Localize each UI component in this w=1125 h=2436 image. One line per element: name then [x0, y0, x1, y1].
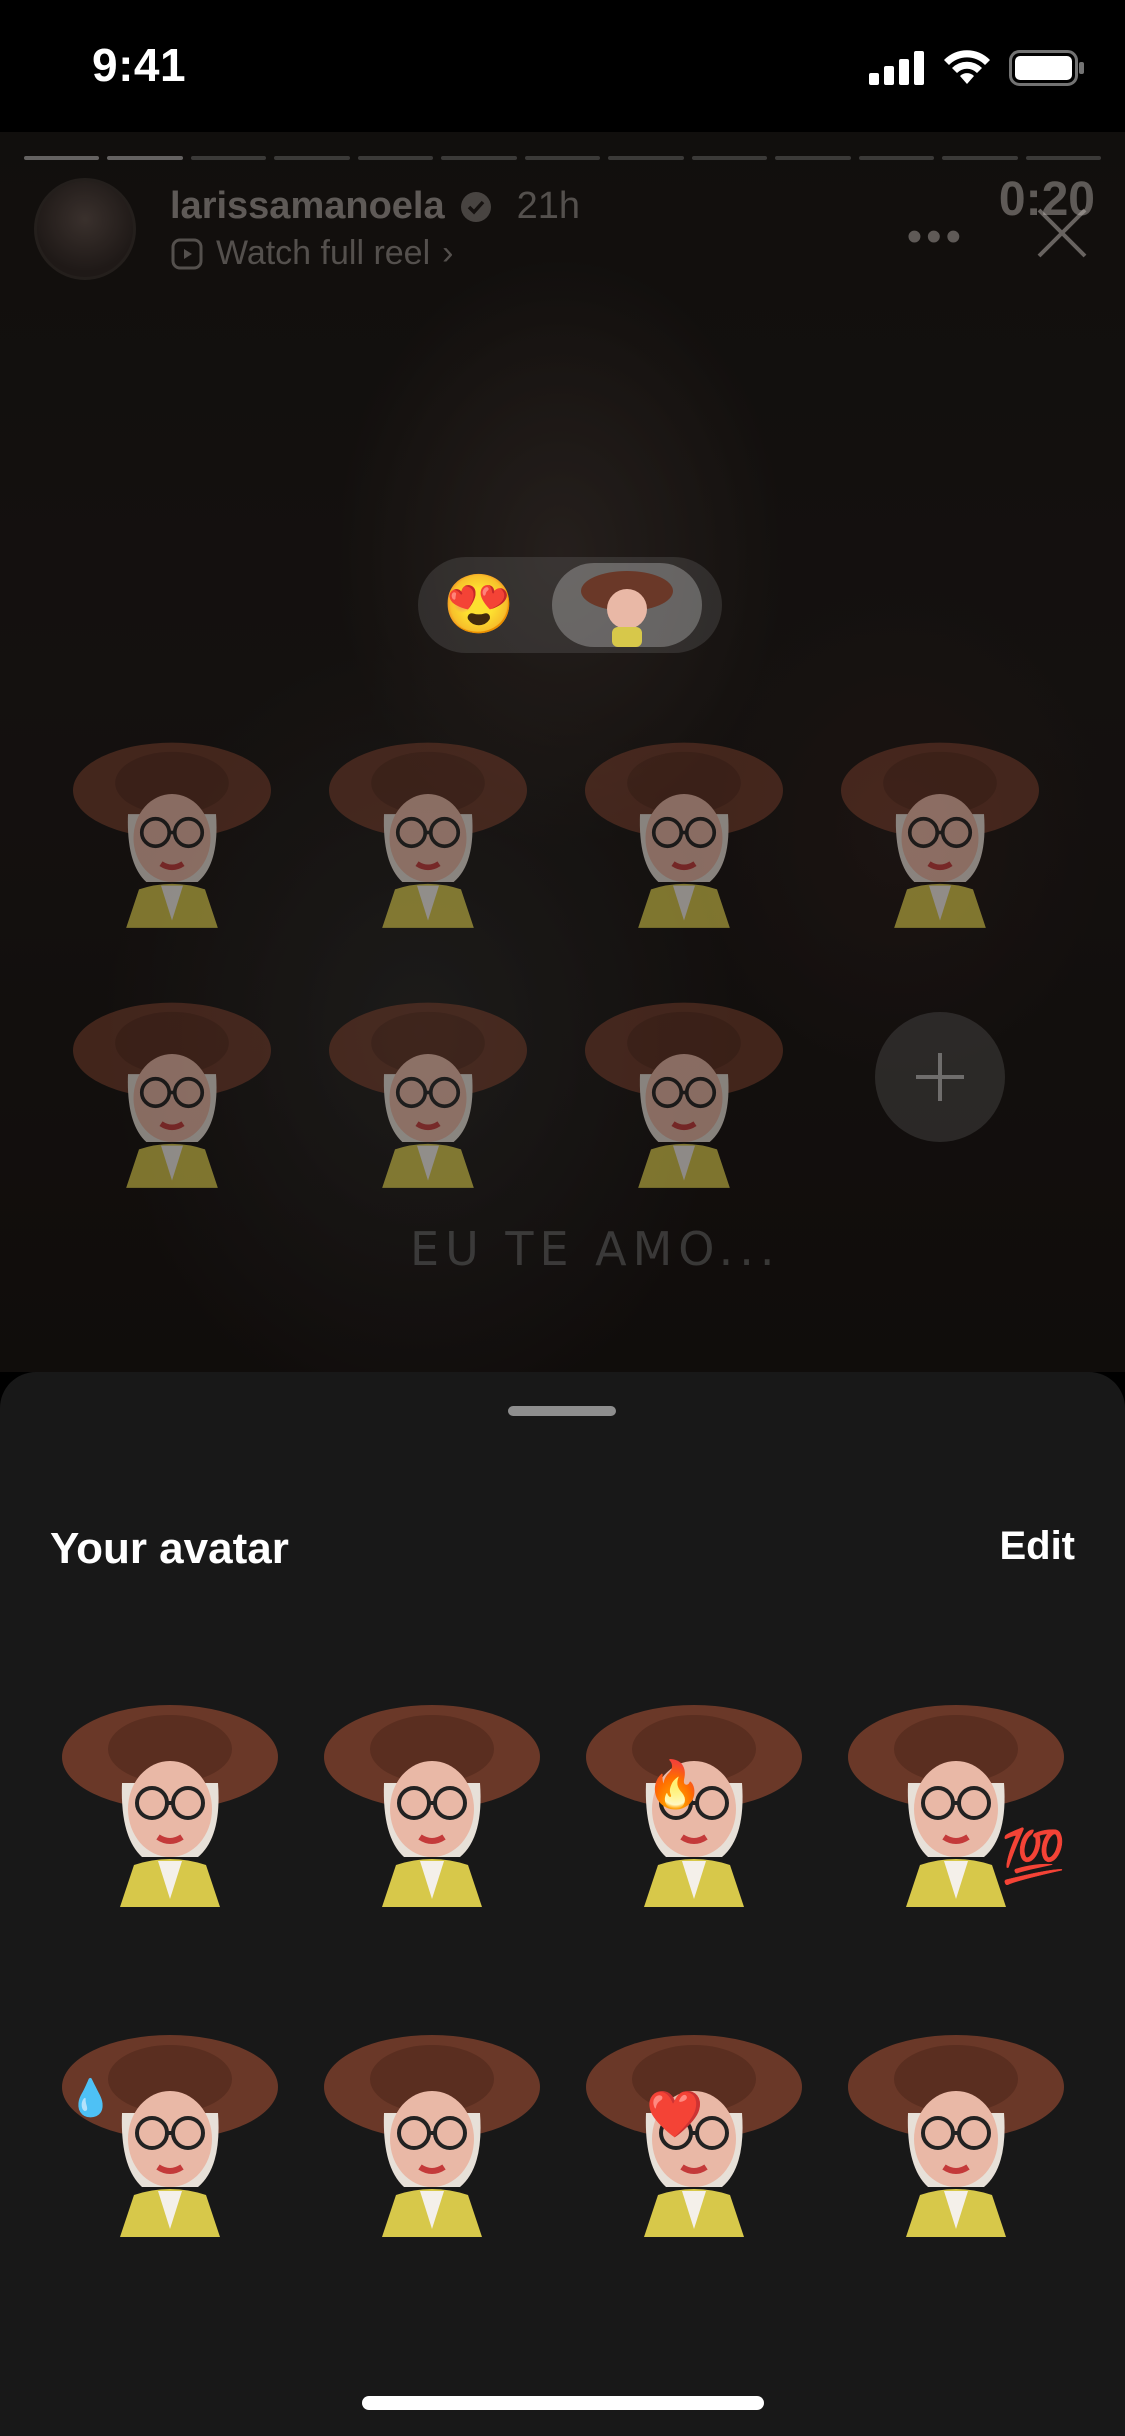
- avatar-sticker-grid: 🔥 💯 💧 ❤️: [50, 1687, 1075, 2237]
- progress-segment: [441, 156, 517, 160]
- story-author-avatar[interactable]: [34, 178, 136, 280]
- progress-segment: [691, 156, 768, 160]
- avatar-sticker-fire-eyes[interactable]: 🔥: [574, 1687, 814, 1907]
- progress-segment: [775, 156, 851, 160]
- progress-segment: [1025, 156, 1102, 160]
- status-icons: [869, 50, 1085, 86]
- progress-segment: [274, 156, 350, 160]
- emoji-reaction-tab[interactable]: 😍: [424, 563, 534, 647]
- progress-segment: [24, 156, 100, 160]
- story-overlay-text: EU TE AMO...: [410, 1222, 781, 1276]
- home-indicator[interactable]: [362, 2396, 764, 2410]
- progress-segment: [942, 156, 1018, 160]
- chevron-right-icon: ›: [442, 234, 454, 272]
- avatar-sticker-balloon[interactable]: [52, 962, 292, 1192]
- progress-segment: [858, 156, 935, 160]
- progress-segment: [608, 156, 684, 160]
- story-progress-bar: [24, 156, 1102, 160]
- sticker-badge-icon: ❤️: [646, 2088, 704, 2140]
- avatar-sticker-coffee[interactable]: [308, 962, 548, 1192]
- progress-segment: [107, 156, 183, 160]
- sticker-badge-icon: 💧: [68, 2077, 113, 2118]
- avatar-sticker-heart-eyes[interactable]: ❤️: [574, 2017, 814, 2237]
- sheet-title: Your avatar: [50, 1524, 289, 1573]
- battery-icon: [1009, 50, 1084, 86]
- avatar-sticker-clap[interactable]: [312, 2017, 552, 2237]
- plus-icon: [916, 1053, 964, 1101]
- progress-segment: [524, 156, 601, 160]
- avatar-reaction-tab[interactable]: [552, 563, 702, 647]
- avatar-sticker-kiss-heart[interactable]: [564, 702, 804, 932]
- avatar-sticker-hair-touch[interactable]: [308, 702, 548, 932]
- avatar-sticker-100[interactable]: 💯: [836, 1687, 1076, 1907]
- watch-full-reel-link[interactable]: Watch full reel ›: [170, 234, 580, 273]
- story-avatar-sticker-grid: [52, 702, 1082, 1192]
- more-options-icon[interactable]: •••: [907, 212, 965, 262]
- watch-full-reel-label: Watch full reel: [216, 234, 431, 272]
- avatar-sticker-sheet: Your avatar Edit 🔥 💯 💧 ❤️: [0, 1372, 1125, 2436]
- avatar-sticker-tilted[interactable]: [836, 2017, 1076, 2237]
- avatar-sticker-cheer[interactable]: [820, 702, 1060, 932]
- signal-icon: [869, 51, 924, 85]
- avatar-sticker-smile[interactable]: [564, 962, 804, 1192]
- close-icon: [1037, 208, 1087, 258]
- edit-avatar-button[interactable]: Edit: [999, 1524, 1075, 1569]
- avatar-sticker-neutral[interactable]: [50, 1687, 290, 1907]
- reel-icon: [171, 238, 203, 269]
- verified-badge-icon: [460, 191, 491, 222]
- reaction-type-switcher: 😍: [418, 557, 722, 653]
- progress-segment: [190, 156, 267, 160]
- story-header[interactable]: larissamanoela 21h Watch full reel ›: [34, 178, 580, 280]
- story-viewer[interactable]: larissamanoela 21h Watch full reel › 0:2…: [0, 132, 1125, 1372]
- sticker-badge-icon: 🔥: [646, 1758, 704, 1810]
- wifi-icon: [944, 50, 990, 84]
- status-bar: 9:41: [0, 0, 1125, 132]
- add-sticker-button[interactable]: [875, 1012, 1005, 1142]
- add-sticker-cell: [820, 962, 1060, 1192]
- clock: 9:41: [92, 39, 187, 91]
- story-username[interactable]: larissamanoela: [170, 185, 445, 228]
- avatar-sticker-shy[interactable]: [52, 702, 292, 932]
- avatar-sticker-sad[interactable]: [312, 1687, 552, 1907]
- story-posted-time: 21h: [516, 185, 581, 227]
- heart-eyes-emoji-icon: 😍: [442, 572, 516, 637]
- sticker-badge-icon: 💯: [1001, 1828, 1066, 1886]
- avatar-sticker-laugh-tears[interactable]: 💧: [50, 2017, 290, 2237]
- avatar-face-icon: [581, 571, 673, 647]
- sheet-drag-handle[interactable]: [508, 1406, 616, 1416]
- close-button[interactable]: [1027, 198, 1097, 273]
- progress-segment: [357, 156, 434, 160]
